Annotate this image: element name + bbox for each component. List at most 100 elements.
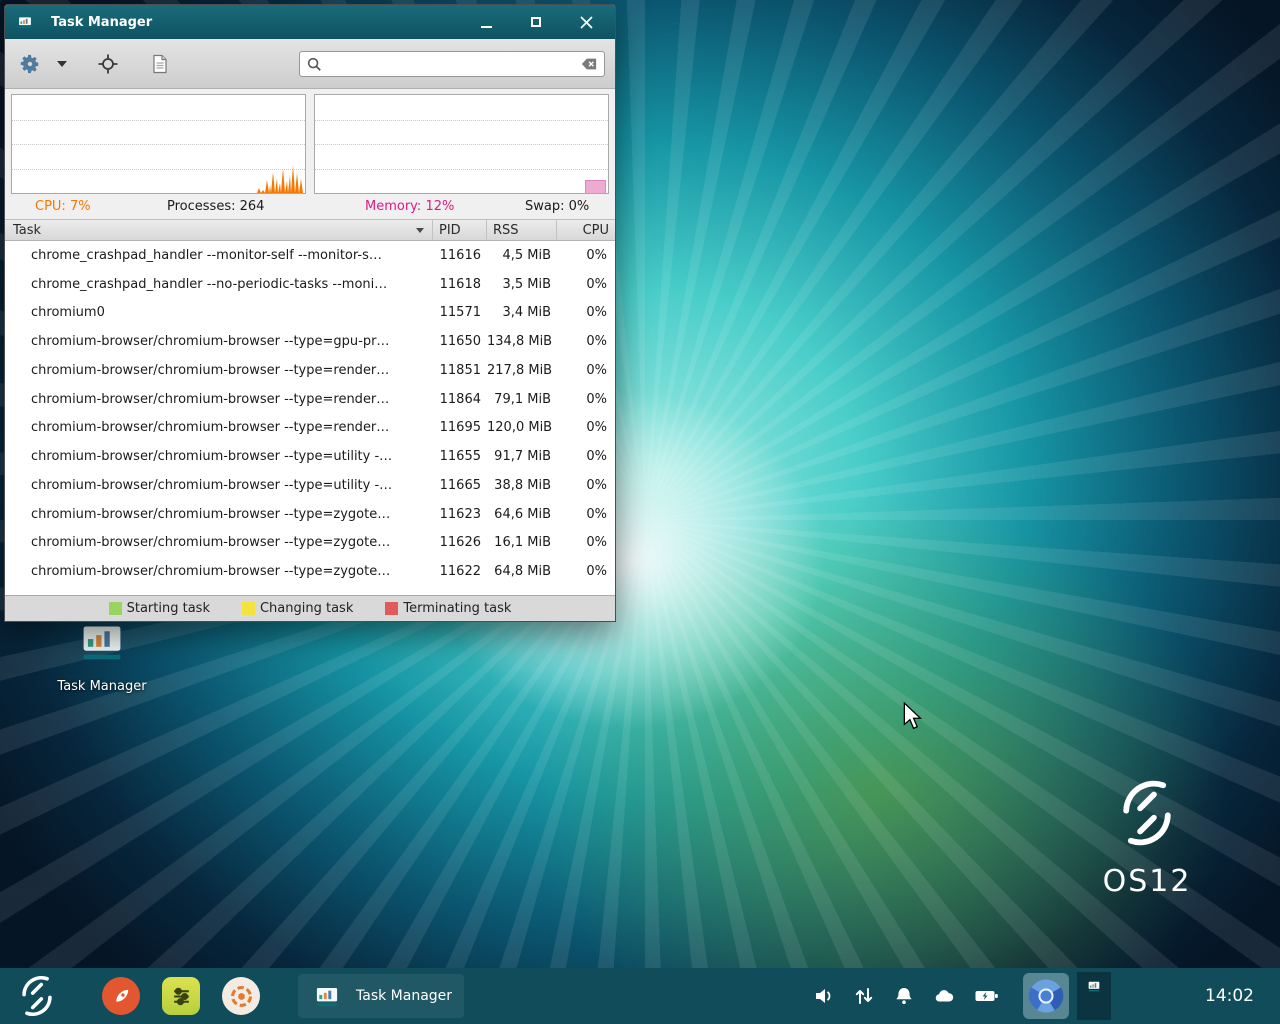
launcher-settings[interactable]	[162, 977, 200, 1015]
search-icon	[306, 56, 322, 72]
table-row[interactable]: chromium-browser/chromium-browser --type…	[5, 557, 615, 586]
cloud-icon	[933, 985, 955, 1007]
bell-icon	[893, 985, 915, 1007]
start-menu-button[interactable]	[14, 973, 60, 1019]
graph-gridline	[12, 144, 305, 145]
clear-search-button[interactable]	[580, 56, 598, 72]
cell-cpu: 0%	[557, 392, 615, 407]
cell-task: chromium-browser/chromium-browser --type…	[5, 363, 433, 378]
os-logo-text: OS12	[1072, 864, 1222, 899]
table-row[interactable]: chromium-browser/chromium-browser --type…	[5, 385, 615, 414]
taskbar-app-task-manager[interactable]: Task Manager	[298, 974, 464, 1018]
rocket-icon	[110, 985, 133, 1008]
column-header-task[interactable]: Task	[5, 220, 433, 240]
memory-usage-bar	[585, 180, 606, 193]
taskbar-app-chromium[interactable]	[1023, 973, 1069, 1019]
cell-rss: 120,0 MiB	[487, 420, 557, 435]
search-input[interactable]	[328, 56, 574, 71]
cell-rss: 16,1 MiB	[487, 535, 557, 550]
swap-stat: Swap: 0%	[525, 199, 589, 214]
show-details-button[interactable]	[145, 49, 175, 79]
cell-rss: 3,5 MiB	[487, 277, 557, 292]
cell-task: chromium0	[5, 305, 433, 320]
table-row[interactable]: chromium-browser/chromium-browser --type…	[5, 500, 615, 529]
cell-rss: 38,8 MiB	[487, 478, 557, 493]
settings-gear-button[interactable]	[15, 49, 45, 79]
close-button[interactable]	[575, 11, 597, 33]
cell-pid: 11622	[433, 564, 487, 579]
table-row[interactable]: chrome_crashpad_handler --monitor-self -…	[5, 241, 615, 270]
graph-gridline	[315, 120, 608, 121]
stats-row: CPU: 7% Processes: 264 Memory: 12% Swap:…	[5, 197, 615, 219]
chevron-down-icon	[57, 61, 67, 67]
cell-pid: 11695	[433, 420, 487, 435]
cell-task: chromium-browser/chromium-browser --type…	[5, 449, 433, 464]
pick-window-button[interactable]	[93, 49, 123, 79]
cell-cpu: 0%	[557, 334, 615, 349]
window-app-icon	[15, 12, 35, 32]
notifications-button[interactable]	[893, 985, 915, 1007]
process-list: chrome_crashpad_handler --monitor-self -…	[5, 241, 615, 595]
cell-rss: 4,5 MiB	[487, 248, 557, 263]
cell-pid: 11864	[433, 392, 487, 407]
launcher-app-center[interactable]	[222, 977, 260, 1015]
memory-graph	[314, 94, 609, 194]
task-manager-window: Task Manager	[4, 4, 616, 622]
minimize-button[interactable]	[475, 11, 497, 33]
cell-task: chromium-browser/chromium-browser --type…	[5, 392, 433, 407]
column-header-cpu[interactable]: CPU	[557, 220, 615, 240]
titlebar[interactable]: Task Manager	[5, 5, 615, 39]
cell-task: chromium-browser/chromium-browser --type…	[5, 507, 433, 522]
cell-rss: 134,8 MiB	[487, 334, 557, 349]
desktop-icon-task-manager[interactable]: Task Manager	[54, 610, 150, 694]
table-row[interactable]: chromium-browser/chromium-browser --type…	[5, 442, 615, 471]
tray-task-manager[interactable]	[1077, 972, 1111, 1020]
table-row[interactable]: chromium-browser/chromium-browser --type…	[5, 529, 615, 558]
cloud-sync-button[interactable]	[933, 985, 955, 1007]
crosshair-icon	[97, 53, 119, 75]
cell-pid: 11851	[433, 363, 487, 378]
gear-icon	[19, 53, 41, 75]
window-controls	[475, 11, 605, 33]
cell-cpu: 0%	[557, 420, 615, 435]
table-row[interactable]: chromium-browser/chromium-browser --type…	[5, 356, 615, 385]
table-row[interactable]: chromium-browser/chromium-browser --type…	[5, 471, 615, 500]
cell-task: chrome_crashpad_handler --monitor-self -…	[5, 248, 433, 263]
clock[interactable]: 14:02	[1205, 986, 1254, 1006]
os-logo-icon	[1110, 776, 1184, 850]
cell-task: chromium-browser/chromium-browser --type…	[5, 478, 433, 493]
table-row[interactable]: chromium0115713,4 MiB0%	[5, 299, 615, 328]
starting-task-swatch	[109, 602, 122, 615]
sort-desc-icon	[416, 228, 424, 233]
task-manager-icon	[1085, 977, 1103, 995]
speaker-icon	[813, 985, 835, 1007]
system-tray: 14:02	[795, 972, 1266, 1020]
column-header-rss[interactable]: RSS	[487, 220, 557, 240]
table-row[interactable]: chromium-browser/chromium-browser --type…	[5, 414, 615, 443]
changing-task-swatch	[242, 602, 255, 615]
power-button[interactable]	[973, 985, 1001, 1007]
taskbar: Task Manager	[0, 968, 1280, 1024]
legend-changing: Changing task	[242, 601, 353, 616]
window-title: Task Manager	[51, 15, 152, 30]
backspace-icon	[580, 56, 598, 72]
maximize-button[interactable]	[525, 11, 547, 33]
table-row[interactable]: chromium-browser/chromium-browser --type…	[5, 327, 615, 356]
cell-rss: 217,8 MiB	[487, 363, 557, 378]
desktop-wallpaper: OS12 Task Manager Task Manager	[0, 0, 1280, 1024]
cell-cpu: 0%	[557, 248, 615, 263]
cell-pid: 11626	[433, 535, 487, 550]
legend-bar: Starting task Changing task Terminating …	[5, 595, 615, 621]
table-row[interactable]: chrome_crashpad_handler --no-periodic-ta…	[5, 270, 615, 299]
mouse-cursor	[903, 702, 925, 732]
network-traffic-button[interactable]	[853, 985, 875, 1007]
settings-menu-caret[interactable]	[53, 57, 71, 71]
chromium-icon	[1027, 977, 1065, 1015]
usage-graphs	[5, 89, 615, 197]
launcher-rocket[interactable]	[102, 977, 140, 1015]
volume-button[interactable]	[813, 985, 835, 1007]
column-header-pid[interactable]: PID	[433, 220, 487, 240]
toolbar	[5, 39, 615, 89]
cell-cpu: 0%	[557, 564, 615, 579]
cell-task: chrome_crashpad_handler --no-periodic-ta…	[5, 277, 433, 292]
